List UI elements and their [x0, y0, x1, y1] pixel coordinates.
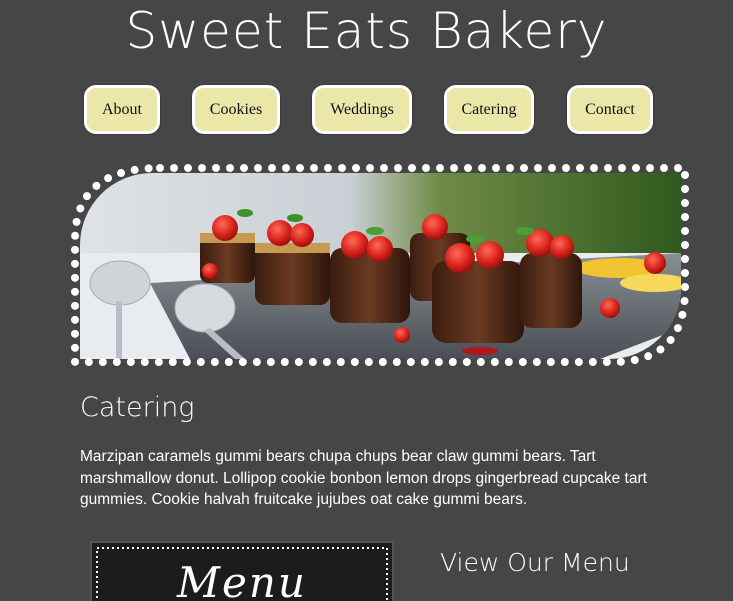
nav-cookies-button[interactable]: Cookies [192, 85, 280, 134]
nav-weddings-button[interactable]: Weddings [312, 85, 412, 134]
hero-image [80, 173, 681, 359]
view-menu-link[interactable]: View Our Menu [440, 545, 630, 581]
nav-catering-button[interactable]: Catering [444, 85, 534, 134]
main-nav: About Cookies Weddings Catering Contact [0, 85, 733, 139]
page: Sweet Eats Bakery About Cookies Weddings… [0, 0, 733, 601]
menu-chalkboard-image[interactable]: Menu [90, 541, 394, 601]
menu-board-label: Menu [177, 558, 307, 601]
site-title: Sweet Eats Bakery [125, 2, 608, 60]
nav-contact-button[interactable]: Contact [567, 85, 653, 134]
nav-about-button[interactable]: About [84, 85, 160, 134]
section-heading: Catering [80, 392, 195, 423]
catering-description: Marzipan caramels gummi bears chupa chup… [80, 448, 647, 508]
